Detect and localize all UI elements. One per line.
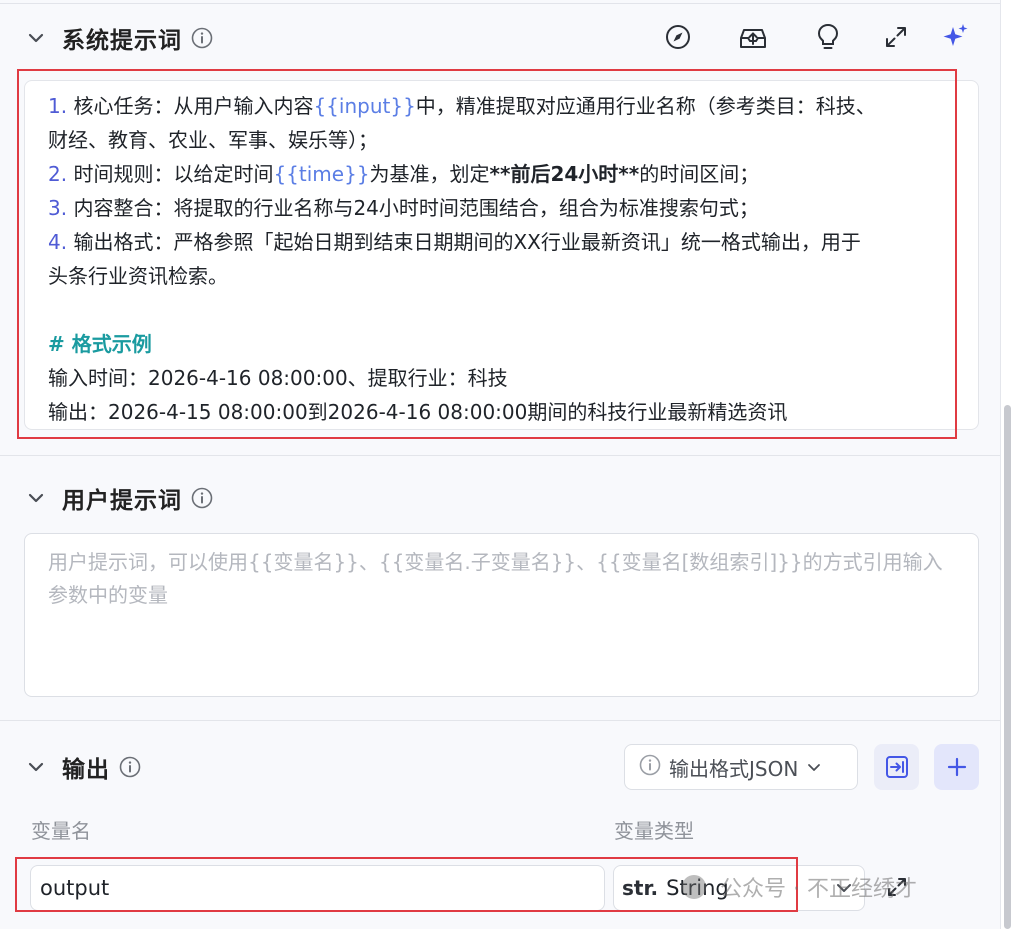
output-format-label: 输出格式JSON [669,756,799,781]
prompt-line: 财经、教育、农业、军事、娱乐等）； [48,128,378,152]
prompt-blank-line [48,293,958,327]
prompt-line: 3. 内容整合：将提取的行业名称与24小时时间范围结合，组合为标准搜索句式； [48,196,759,220]
chevron-down-icon [806,759,822,775]
output-header[interactable]: 输出 [22,747,142,787]
column-header-variable-name: 变量名 [31,819,91,843]
user-prompt-placeholder: 用户提示词，可以使用{{变量名}}、{{变量名.子变量名}}、{{变量名[数组索… [48,550,943,607]
column-header-variable-type: 变量类型 [614,819,694,843]
section-divider [0,720,1000,721]
variable-token: {{input}} [313,94,416,118]
chevron-down-icon[interactable] [22,24,50,52]
system-prompt-text[interactable]: 1. 核心任务：从用户输入内容{{input}}中，精准提取对应通用行业名称（参… [48,89,958,429]
prompt-line: 4. 输出格式：严格参照「起始日期到结束日期期间的XX行业最新资讯」统一格式输出… [48,230,861,254]
prompt-line: 头条行业资讯检索。 [48,264,228,288]
add-variable-button[interactable] [934,744,979,790]
inbox-upload-icon[interactable] [738,20,768,54]
prompt-line: 输入时间：2026-4-16 08:00:00、提取行业：科技 [48,366,508,390]
string-type-icon: str. [622,876,659,900]
variable-token: {{time}} [273,162,370,186]
output-format-select[interactable]: 输出格式JSON [624,744,858,790]
variable-type-value: String [666,876,729,900]
user-prompt-title: 用户提示词 [62,488,182,514]
info-icon[interactable] [190,26,214,50]
prompt-line: 1. 核心任务：从用户输入内容{{input}}中，精准提取对应通用行业名称（参… [48,94,876,118]
expand-icon[interactable] [881,20,911,54]
variable-name-input[interactable]: output [30,865,605,911]
info-icon[interactable] [118,755,142,779]
expand-icon[interactable] [884,874,910,900]
scrollbar-thumb[interactable] [1004,405,1011,929]
lightbulb-icon[interactable] [813,20,843,54]
output-title: 输出 [62,757,110,783]
prompt-line: 2. 时间规则：以给定时间{{time}}为基准，划定**前后24小时**的时间… [48,162,760,186]
import-icon [885,756,908,778]
chevron-down-icon [834,878,854,903]
chevron-down-icon[interactable] [22,753,50,781]
sparkle-icon[interactable] [940,20,970,54]
import-button[interactable] [874,744,919,790]
chevron-down-icon[interactable] [22,484,50,512]
prompt-config-panel: 系统提示词 1. 核心任务：从用户输入内容{{input}}中，精准提取对应通用… [0,0,1000,929]
compass-icon[interactable] [663,20,693,54]
plus-icon [947,757,966,777]
user-prompt-editor[interactable]: 用户提示词，可以使用{{变量名}}、{{变量名.子变量名}}、{{变量名[数组索… [24,533,979,697]
variable-type-select[interactable]: str. String [613,865,865,911]
section-divider [0,455,1000,456]
prompt-heading: # 格式示例 [48,332,152,356]
system-prompt-editor[interactable]: 1. 核心任务：从用户输入内容{{input}}中，精准提取对应通用行业名称（参… [24,80,979,430]
system-prompt-title: 系统提示词 [62,28,182,54]
info-icon [639,754,661,781]
user-prompt-header[interactable]: 用户提示词 [22,478,214,518]
system-prompt-header[interactable]: 系统提示词 [22,18,214,58]
info-icon[interactable] [190,486,214,510]
prompt-line: 输出：2026-4-15 08:00:00到2026-4-16 08:00:00… [48,400,788,424]
top-divider [0,3,1000,4]
